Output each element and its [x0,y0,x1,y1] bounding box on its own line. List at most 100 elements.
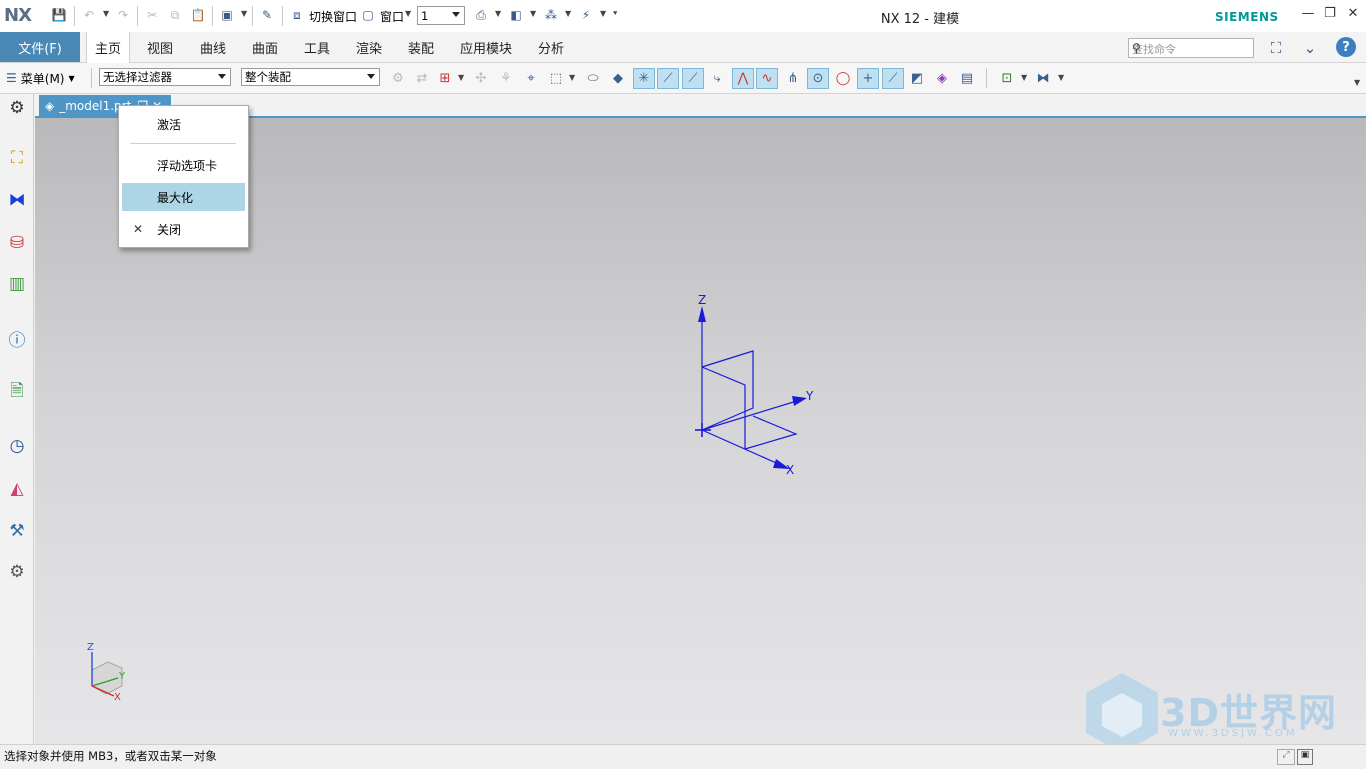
display-mode-icon[interactable]: ⧓ [1032,68,1054,89]
part-file-icon: ◈ [45,98,55,113]
file-menu-button[interactable]: 文件(F) [0,32,80,62]
triad-y-label: Y [119,671,126,682]
solid-filter-icon[interactable]: ◆ [607,68,629,89]
menu-item-activate[interactable]: 激活 [122,110,245,138]
system-scene-icon[interactable]: ⚙ [5,560,29,584]
close-window-button[interactable]: ✕ [1342,6,1364,26]
help-icon[interactable]: ? [1336,37,1356,57]
status-prompt: 选择对象并使用 MB3，或者双击某一对象 [4,749,217,763]
triad-z-label: Z [87,642,94,653]
menu-item-maximize[interactable]: 最大化 [122,183,245,211]
menu-item-float-tab[interactable]: 浮动选项卡 [122,151,245,179]
status-full-screen-icon[interactable]: ⤢ [1277,749,1295,765]
snap-enable-icon[interactable]: ✳ [633,68,655,89]
type-filter-select[interactable]: 无选择过滤器 [99,68,231,86]
tab-applications[interactable]: 应用模块 [452,32,520,62]
watermark-url: WWW.3DSJW.COM [1168,728,1298,739]
view-dropdown-icon[interactable]: ▼ [1021,73,1027,82]
command-search-input[interactable]: 查找命令 ⚲ [1128,38,1254,58]
tab-render[interactable]: 渲染 [348,32,390,62]
siemens-logo: SIEMENS [1215,10,1279,24]
body-filter-icon[interactable]: ⬭ [582,68,604,89]
menu-item-label: 最大化 [157,190,194,205]
restore-button[interactable]: ❐ [1319,6,1341,26]
select-intent-icon[interactable]: ⌖ [520,68,542,89]
datum-plane-xz [701,366,746,449]
mid-point-icon[interactable]: ⟋ [682,68,704,89]
watermark-logo [1086,673,1158,744]
clock-icon[interactable]: ◷ [5,434,29,458]
status-window-icon[interactable]: ▣ [1297,749,1313,765]
menu-item-label: 激活 [157,117,182,132]
datum-x-axis [701,429,784,467]
datum-plane-xy [744,415,798,450]
rectangle-select-icon[interactable]: ⬚ [545,68,567,89]
selection-dropdown-icon[interactable]: ▼ [458,73,464,82]
tab-home[interactable]: 主页 [86,32,131,63]
orient-view-icon[interactable]: ⊡ [996,68,1018,89]
display-dropdown-icon[interactable]: ▼ [1058,73,1064,82]
tab-assembly[interactable]: 装配 [400,32,442,62]
arc-center-icon[interactable]: ⋔ [782,68,804,89]
menu-label: 菜单(M) [20,71,65,86]
datum-y-label: Y [806,389,814,403]
tab-surface[interactable]: 曲面 [244,32,286,62]
rectangle-dropdown-icon[interactable]: ▼ [569,73,575,82]
reuse-library-icon[interactable]: ▥ [5,272,29,296]
menu-separator [130,143,236,144]
existing-point-icon[interactable]: + [857,68,879,89]
grid-icon[interactable]: ▤ [956,68,978,89]
tab-context-menu: 激活 浮动选项卡 最大化 ✕ 关闭 [118,105,249,248]
point-on-face-icon[interactable]: ◩ [906,68,928,89]
palette-icon[interactable]: ◭ [5,477,29,501]
point-filter-icon[interactable]: ✣ [470,68,492,89]
tab-view[interactable]: 视图 [139,32,181,62]
chevron-down-icon: ▼ [68,73,75,83]
datum-x-label: X [786,463,795,477]
bounded-grid-icon[interactable]: ◈ [931,68,953,89]
type-filter-value: 无选择过滤器 [103,70,172,84]
search-icon[interactable]: ⚲ [1132,41,1250,55]
triad-x-label: X [114,692,121,703]
datum-y-arrow [792,396,807,406]
assembly-scope-select[interactable]: 整个装配 [241,68,380,86]
end-point-icon[interactable]: ⟋ [657,68,679,89]
menu-item-label: 关闭 [157,222,182,237]
minimize-button[interactable]: — [1297,6,1319,26]
tab-curve[interactable]: 曲线 [192,32,234,62]
menu-button[interactable]: ☰ 菜单(M) ▼ [6,68,75,88]
circle-center-icon[interactable]: ⊙ [807,68,829,89]
web-browser-icon[interactable]: ⓘ [5,326,29,351]
full-screen-icon[interactable]: ⛶ [1265,37,1287,59]
role-icon[interactable]: ⚒ [5,519,29,543]
menu-item-label: 浮动选项卡 [157,158,218,173]
history-icon[interactable]: 🗎 [5,380,29,404]
separator [986,68,987,88]
settings-gear-icon[interactable]: ⚙ [5,96,29,120]
part-navigator-icon[interactable]: ⛁ [5,231,29,255]
window-title: NX 12 - 建模 [880,12,960,27]
datum-z-label: Z [698,293,707,307]
separator [91,68,92,88]
toolbar-overflow-icon[interactable]: ▼ [1354,78,1360,87]
select-all-icon[interactable]: ⚙ [387,68,409,89]
general-selection-icon[interactable]: ⊞ [434,68,456,89]
constraint-navigator-icon[interactable]: ⧓ [5,188,29,212]
menu-icon: ☰ [6,71,17,85]
point-on-curve-icon[interactable]: ⟋ [882,68,904,89]
ribbon-options-icon[interactable]: ⌄ [1299,37,1321,59]
assembly-scope-value: 整个装配 [245,70,291,84]
quadrant-point-icon[interactable]: ◯ [832,68,854,89]
control-point-icon[interactable]: ⤷ [706,68,728,89]
tab-tools[interactable]: 工具 [296,32,338,62]
feature-filter-icon[interactable]: ⚘ [495,68,517,89]
close-icon: ✕ [133,222,144,236]
datum-y-axis [701,399,801,431]
tab-analysis[interactable]: 分析 [530,32,572,62]
datum-z-arrow [698,306,706,322]
menu-item-close[interactable]: ✕ 关闭 [122,215,245,243]
curve-point-icon[interactable]: ∿ [756,68,778,89]
intersection-point-icon[interactable]: ⋀ [732,68,754,89]
assembly-navigator-icon[interactable]: ⛶ [5,146,29,170]
select-similar-icon[interactable]: ⇄ [411,68,433,89]
